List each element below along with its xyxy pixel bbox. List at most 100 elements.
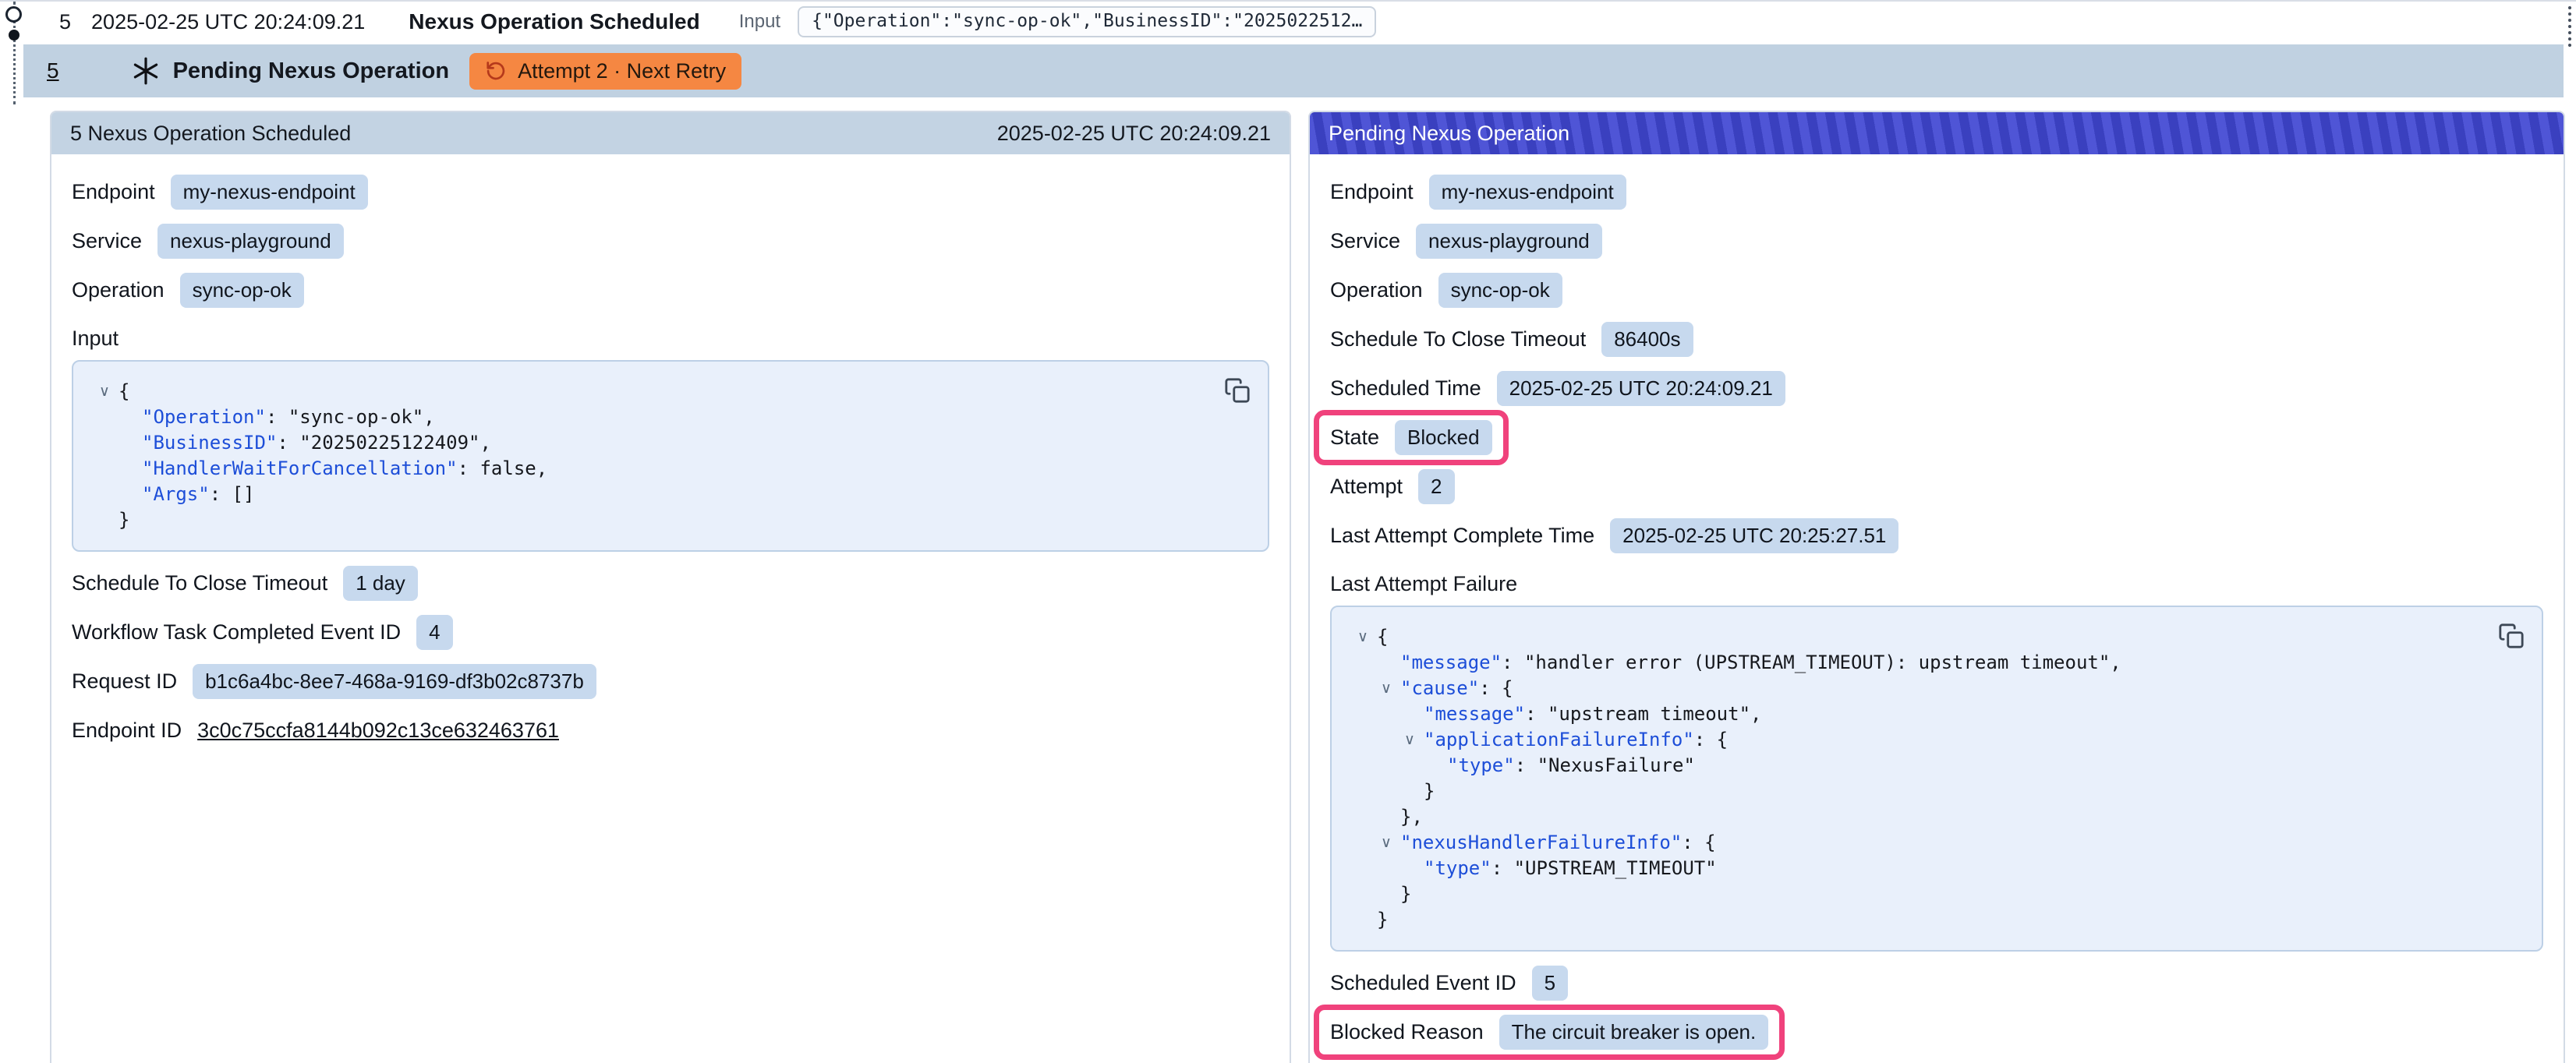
field-label: Endpoint bbox=[1330, 180, 1414, 204]
pending-panel-body: Endpoint my-nexus-endpoint Servicenexus-pl… bbox=[1310, 154, 2564, 1063]
field-label: Endpoint bbox=[72, 180, 155, 204]
json-viewer: ∨{"message": "handler error (UPSTREAM_TI… bbox=[1330, 606, 2543, 952]
json-key: "applicationFailureInfo" bbox=[1424, 729, 1694, 750]
scrollbar[interactable] bbox=[2568, 6, 2571, 47]
field-wrap: Servicenexus-playground bbox=[1330, 224, 1602, 259]
field-label: Service bbox=[72, 229, 142, 253]
event-id-link[interactable]: 5 bbox=[47, 58, 59, 83]
field-wrap: Operationsync-op-ok bbox=[72, 273, 304, 308]
chevron-down-icon[interactable]: ∨ bbox=[1372, 830, 1400, 856]
pending-row-title: Pending Nexus Operation bbox=[173, 58, 450, 84]
field-service: Servicenexus-playground bbox=[1330, 224, 2543, 259]
json-key: "HandlerWaitForCancellation" bbox=[142, 457, 458, 479]
field-label: Operation bbox=[72, 278, 165, 302]
field-label: Scheduled Event ID bbox=[1330, 971, 1516, 995]
field-wrap: Last Attempt Complete Time2025-02-25 UTC… bbox=[1330, 518, 1898, 553]
field-endpoint: Endpointmy-nexus-endpoint bbox=[72, 175, 1269, 210]
json-line: } bbox=[1341, 779, 2487, 804]
field-operation: Operation sync-op-ok bbox=[1330, 273, 2543, 308]
field-label: State bbox=[1330, 426, 1379, 450]
field-operation: Operationsync-op-ok bbox=[72, 273, 1269, 308]
json-text: } bbox=[1377, 909, 1388, 931]
copy-icon[interactable] bbox=[1221, 374, 1254, 409]
chevron-down-icon[interactable]: ∨ bbox=[1396, 727, 1424, 753]
field-value-badge: 2 bbox=[1418, 469, 1454, 504]
json-text: : "sync-op-ok", bbox=[266, 406, 435, 428]
annotation-highlight: StateBlocked bbox=[1314, 410, 1509, 465]
pending-operation-panel: Pending Nexus Operation Endpoint my-nexus… bbox=[1308, 111, 2565, 1063]
field-workflow-task-completed-event-id: Workflow Task Completed Event ID 4 bbox=[72, 615, 1269, 650]
json-text: : false, bbox=[458, 457, 548, 479]
input-label: Input bbox=[739, 11, 780, 33]
chevron-down-icon[interactable]: ∨ bbox=[90, 379, 119, 404]
field-value-badge: nexus-playground bbox=[1416, 224, 1602, 259]
field-attempt: Attempt2 bbox=[1330, 469, 2543, 504]
field-value-badge: 4 bbox=[416, 615, 452, 650]
timeline-node-icon bbox=[5, 6, 22, 23]
json-text: } bbox=[1400, 883, 1411, 905]
json-line: "type": "UPSTREAM_TIMEOUT" bbox=[1341, 856, 2487, 881]
field-endpoint: Endpoint my-nexus-endpoint bbox=[1330, 175, 2543, 210]
json-line: "Operation": "sync-op-ok", bbox=[83, 404, 1213, 430]
field-label: Blocked Reason bbox=[1330, 1020, 1484, 1044]
event-panel-body: Endpointmy-nexus-endpoint Servicenexus-pl… bbox=[51, 154, 1290, 782]
field-blocked-reason: Blocked Reason The circuit breaker is ope… bbox=[1330, 1015, 2543, 1050]
json-key: "Args" bbox=[142, 483, 210, 505]
json-line: "type": "NexusFailure" bbox=[1341, 753, 2487, 779]
json-line: "message": "upstream timeout", bbox=[1341, 701, 2487, 727]
timeline-event-row[interactable]: 5 2025-02-25 UTC 20:24:09.21 Nexus Opera… bbox=[23, 2, 2564, 42]
json-text: : "upstream timeout", bbox=[1525, 703, 1761, 725]
event-panel-title: 5 Nexus Operation Scheduled bbox=[70, 122, 351, 146]
field-value-badge: my-nexus-endpoint bbox=[1429, 175, 1626, 210]
json-key: "Operation" bbox=[142, 406, 266, 428]
json-text: { bbox=[119, 380, 129, 402]
field-wrap: Request IDb1c6a4bc-8ee7-468a-9169-df3b02… bbox=[72, 664, 596, 699]
field-wrap: Endpoint my-nexus-endpoint bbox=[1330, 175, 1626, 210]
field-wrap: Schedule To Close Timeout 86400s bbox=[1330, 322, 1693, 357]
json-line: "BusinessID": "20250225122409", bbox=[83, 430, 1213, 456]
field-scheduled-time: Scheduled Time 2025-02-25 UTC 20:24:09.21 bbox=[1330, 371, 2543, 406]
nexus-asterisk-icon bbox=[131, 56, 161, 86]
json-viewer: ∨{"Operation": "sync-op-ok","BusinessID"… bbox=[72, 360, 1269, 552]
field-value-badge: 2025-02-25 UTC 20:24:09.21 bbox=[1497, 371, 1785, 406]
field-scheduled-event-id: Scheduled Event ID5 bbox=[1330, 966, 2543, 1001]
input-preview-chip[interactable]: {"Operation":"sync-op-ok","BusinessID":"… bbox=[798, 6, 1376, 37]
timeline-rail bbox=[5, 2, 25, 106]
field-wrap: Endpointmy-nexus-endpoint bbox=[72, 175, 368, 210]
chevron-down-icon[interactable]: ∨ bbox=[1372, 676, 1400, 701]
event-title: Nexus Operation Scheduled bbox=[409, 9, 699, 34]
field-value-badge: b1c6a4bc-8ee7-468a-9169-df3b02c8737b bbox=[193, 664, 596, 699]
json-line: }, bbox=[1341, 804, 2487, 830]
field-wrap: Scheduled Time 2025-02-25 UTC 20:24:09.21 bbox=[1330, 371, 1785, 406]
json-line: ∨"cause": { bbox=[1341, 676, 2487, 701]
json-line: ∨"applicationFailureInfo": { bbox=[1341, 727, 2487, 753]
pending-operation-row[interactable]: 5 Pending Nexus Operation Attempt 2 · Ne… bbox=[23, 44, 2564, 97]
field-schedule-to-close-timeout: Schedule To Close Timeout 86400s bbox=[1330, 322, 2543, 357]
json-line: "HandlerWaitForCancellation": false, bbox=[83, 456, 1213, 482]
field-service: Servicenexus-playground bbox=[72, 224, 1269, 259]
json-line: } bbox=[83, 507, 1213, 533]
field-label: Operation bbox=[1330, 278, 1423, 302]
event-id[interactable]: 5 bbox=[59, 10, 71, 34]
json-line: ∨{ bbox=[83, 379, 1213, 404]
copy-icon[interactable] bbox=[2495, 620, 2528, 655]
json-text: : "UPSTREAM_TIMEOUT" bbox=[1491, 857, 1717, 879]
json-key: "type" bbox=[1424, 857, 1491, 879]
field-value-link[interactable]: 3c0c75ccfa8144b092c13ce632463761 bbox=[197, 719, 559, 743]
field-value-badge: 86400s bbox=[1601, 322, 1693, 357]
event-panel-header: 5 Nexus Operation Scheduled 2025-02-25 U… bbox=[51, 112, 1290, 154]
json-text: : "NexusFailure" bbox=[1515, 754, 1695, 776]
json-key: "cause" bbox=[1400, 677, 1479, 699]
field-wrap: Endpoint ID 3c0c75ccfa8144b092c13ce632463… bbox=[72, 719, 559, 743]
pending-panel-title: Pending Nexus Operation bbox=[1329, 122, 1569, 146]
field-label: Schedule To Close Timeout bbox=[1330, 327, 1586, 351]
field-label: Endpoint ID bbox=[72, 719, 182, 743]
field-value-badge: sync-op-ok bbox=[1438, 273, 1562, 308]
json-line: ∨{ bbox=[1341, 624, 2487, 650]
chevron-down-icon[interactable]: ∨ bbox=[1349, 624, 1377, 650]
field-label: Scheduled Time bbox=[1330, 376, 1481, 401]
field-value-badge: 1 day bbox=[343, 566, 418, 601]
field-label: Workflow Task Completed Event ID bbox=[72, 620, 401, 645]
field-value-badge: The circuit breaker is open. bbox=[1499, 1015, 1769, 1050]
field-wrap: Servicenexus-playground bbox=[72, 224, 344, 259]
